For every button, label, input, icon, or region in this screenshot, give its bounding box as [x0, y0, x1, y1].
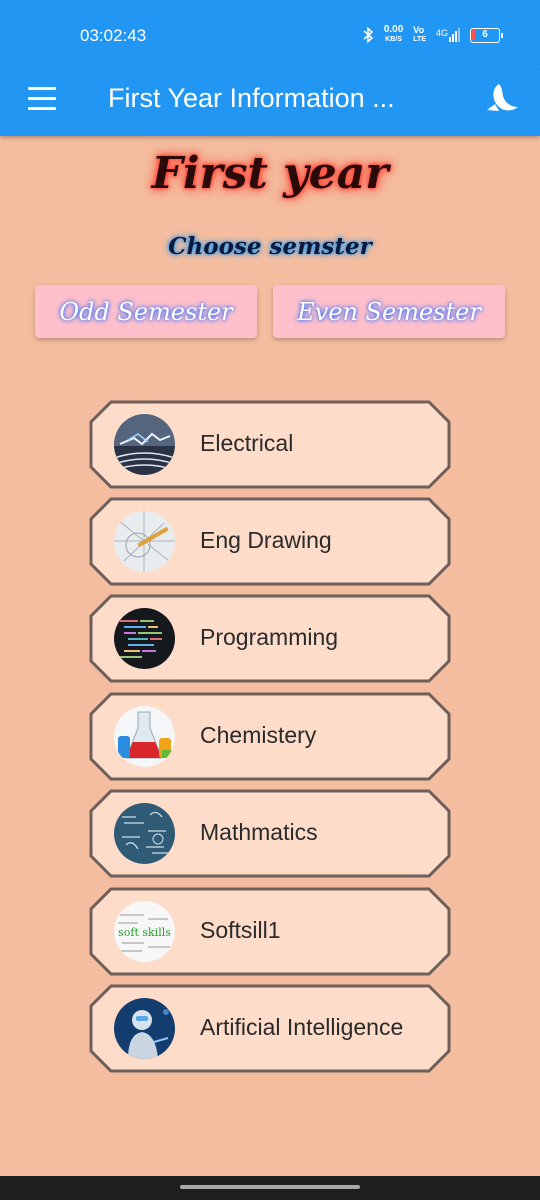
robot-icon: [114, 998, 175, 1059]
formula-icon: [114, 803, 175, 864]
subject-item-mathmatics[interactable]: Mathmatics: [89, 789, 451, 878]
even-semester-button[interactable]: Even Semester: [273, 285, 505, 338]
page-subtitle: Choose semster: [168, 233, 372, 260]
volte-indicator: Vo LTE: [413, 26, 426, 44]
soft-skills-text: soft skills: [118, 926, 171, 939]
bluetooth-icon: [363, 26, 374, 44]
status-time: 03:02:43: [80, 26, 147, 45]
status-bar: 03:02:43 0.00 KB/S Vo LTE 4G 6: [0, 0, 540, 70]
net-speed-unit: KB/S: [385, 36, 402, 43]
status-icons: 0.00 KB/S Vo LTE 4G 6: [362, 25, 503, 45]
subject-item-programming[interactable]: Programming: [89, 594, 451, 683]
net-speed-value: 0.00: [383, 24, 404, 35]
subject-label: Softsill1: [200, 917, 281, 943]
app-title: First Year Information ...: [108, 83, 395, 113]
subject-label: Eng Drawing: [200, 527, 332, 553]
soft-skills-icon: soft skills: [114, 901, 175, 962]
subject-label: Programming: [200, 624, 339, 650]
volte-bottom: LTE: [413, 36, 426, 43]
subject-item-electrical[interactable]: Electrical: [89, 400, 451, 489]
battery-level: 6: [482, 28, 488, 40]
subject-item-eng-drawing[interactable]: Eng Drawing: [89, 497, 451, 586]
subject-label: Artificial Intelligence: [200, 1014, 404, 1040]
dark-mode-moon-icon[interactable]: [484, 80, 520, 116]
subject-label: Chemistery: [200, 722, 317, 748]
flask-icon: [114, 706, 175, 767]
subject-item-softsill1[interactable]: soft skills Softsill1: [89, 887, 451, 976]
drafting-icon: [114, 511, 175, 572]
subject-item-artificial-intelligence[interactable]: Artificial Intelligence: [89, 984, 451, 1073]
subject-label: Electrical: [200, 430, 294, 456]
code-icon: [114, 608, 175, 669]
odd-semester-button[interactable]: Odd Semester: [35, 285, 257, 338]
app-bar: First Year Information ...: [0, 70, 540, 136]
net-speed: 0.00 KB/S: [384, 25, 403, 45]
signal-icon: 4G: [436, 28, 460, 42]
page-title: First year: [151, 148, 389, 199]
home-gesture-handle[interactable]: [180, 1185, 360, 1189]
subject-label: Mathmatics: [200, 819, 318, 845]
battery-icon: 6: [470, 27, 503, 43]
hamburger-menu-icon[interactable]: [28, 87, 56, 111]
volte-top: Vo: [413, 25, 425, 35]
network-type: 4G: [435, 28, 448, 38]
subject-item-chemistery[interactable]: Chemistery: [89, 692, 451, 781]
lightning-icon: [114, 414, 175, 475]
system-nav-bar: [0, 1176, 540, 1200]
